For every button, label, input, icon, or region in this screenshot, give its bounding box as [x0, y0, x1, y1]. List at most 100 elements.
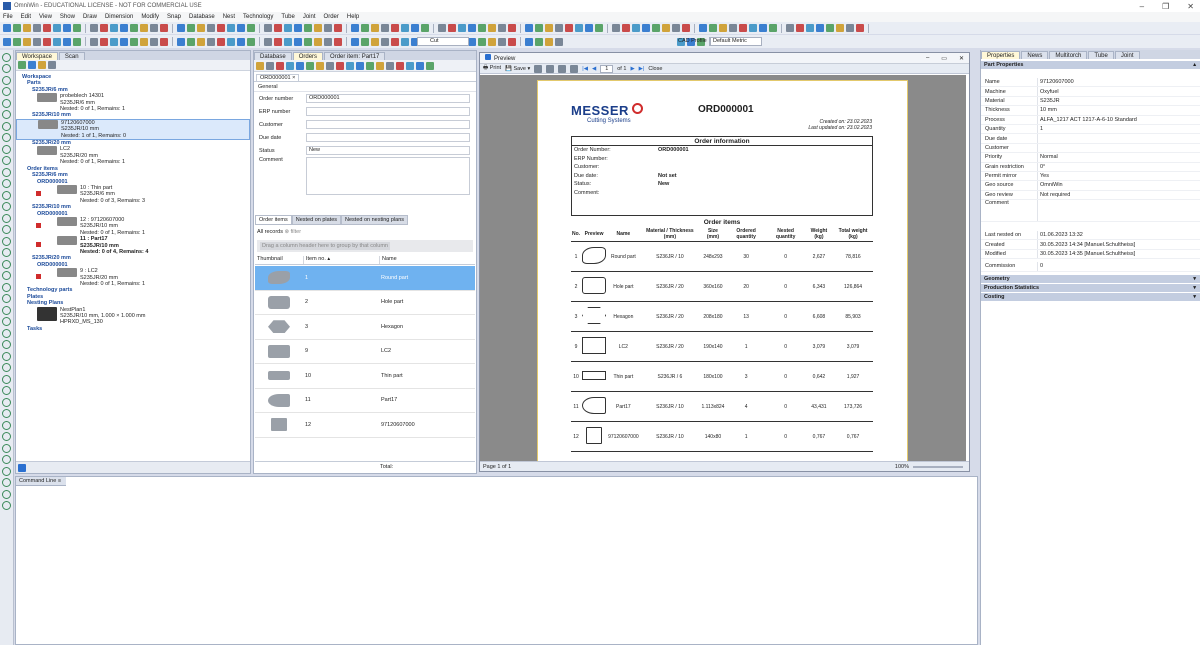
- toolbar-tool-icon[interactable]: [719, 24, 727, 32]
- close-icon[interactable]: ✕: [1187, 2, 1194, 11]
- field-input[interactable]: [306, 107, 470, 116]
- menu-joint[interactable]: Joint: [303, 14, 316, 20]
- toolbar-tool-icon[interactable]: [836, 24, 844, 32]
- first-page-icon[interactable]: |◀: [582, 66, 588, 72]
- tab-database[interactable]: Database: [254, 52, 292, 60]
- draw-tool-icon[interactable]: [2, 248, 11, 257]
- save-button[interactable]: 💾 Save ▾: [505, 66, 530, 72]
- draw-tool-icon[interactable]: [2, 328, 11, 338]
- toolbar-tool-icon[interactable]: [237, 24, 245, 32]
- toolbar-tool-icon[interactable]: [806, 24, 814, 32]
- draw-tool-icon[interactable]: [2, 466, 11, 476]
- draw-tool-icon[interactable]: [2, 110, 11, 119]
- menu-edit[interactable]: Edit: [21, 14, 31, 20]
- prop-row-machine[interactable]: Machine Oxyfuel: [981, 87, 1200, 97]
- menu-view[interactable]: View: [39, 14, 52, 20]
- cut-select[interactable]: Cut: [417, 37, 469, 46]
- field-input[interactable]: [306, 133, 470, 142]
- toolbar-tool-icon[interactable]: [177, 24, 185, 32]
- draw-tool-icon[interactable]: [2, 213, 11, 223]
- order-tool-icon[interactable]: [366, 61, 374, 70]
- toolbar-tool-icon[interactable]: [468, 24, 476, 32]
- tree-item[interactable]: LC2 S235JR/20 mm Nested: 0 of 1, Remains: …: [16, 146, 250, 165]
- toolbar-tool-icon[interactable]: [682, 24, 690, 32]
- table-row[interactable]: 11 Part17: [255, 389, 475, 413]
- tab-order-item[interactable]: Order item: Part17: [324, 52, 386, 60]
- toolbar-tool-icon[interactable]: [304, 37, 312, 46]
- toolbar-tool-icon[interactable]: [33, 24, 41, 32]
- prop-row-comment[interactable]: Comment: [981, 200, 1200, 223]
- toolbar-tool-icon[interactable]: [53, 37, 61, 46]
- order-tool-icon[interactable]: [296, 61, 304, 70]
- toolbar-tool-icon[interactable]: [140, 37, 148, 46]
- toolbar-tool-icon[interactable]: [100, 24, 108, 32]
- toolbar-tool-icon[interactable]: [632, 24, 640, 32]
- section-production-statistics[interactable]: Production Statistics ▾: [981, 283, 1200, 292]
- menu-tube[interactable]: Tube: [281, 14, 294, 20]
- toolbar-tool-icon[interactable]: [411, 24, 419, 32]
- order-tool-icon[interactable]: [306, 61, 314, 70]
- toolbar-tool-icon[interactable]: [595, 24, 603, 32]
- toolbar-tool-icon[interactable]: [150, 24, 158, 32]
- tab-tube[interactable]: Tube: [1088, 51, 1114, 59]
- field-input[interactable]: [306, 120, 470, 129]
- tree-item[interactable]: 10 : Thin part S235JR/6 mm Nested: 0 of 3,…: [16, 184, 250, 204]
- draw-tool-icon[interactable]: [2, 420, 11, 430]
- tab-joint[interactable]: Joint: [1114, 51, 1140, 59]
- toolbar-tool-icon[interactable]: [699, 24, 707, 32]
- order-tool-icon[interactable]: [336, 61, 344, 70]
- close-preview-button[interactable]: Close: [648, 66, 662, 72]
- toolbar-tool-icon[interactable]: [856, 24, 864, 32]
- toolbar-tool-icon[interactable]: [796, 24, 804, 32]
- preview-minimize-icon[interactable]: –: [926, 55, 929, 62]
- toolbar-tool-icon[interactable]: [401, 24, 409, 32]
- order-tool-icon[interactable]: [346, 61, 354, 70]
- prop-row-quantity[interactable]: Quantity 1: [981, 124, 1200, 135]
- toolbar-tool-icon[interactable]: [120, 24, 128, 32]
- toolbar-tool-icon[interactable]: [351, 24, 359, 32]
- menu-draw[interactable]: Draw: [83, 14, 97, 20]
- order-tool-icon[interactable]: [406, 61, 414, 70]
- toolbar-tool-icon[interactable]: [274, 24, 282, 32]
- draw-tool-icon[interactable]: [2, 489, 11, 499]
- draw-tool-icon[interactable]: [2, 190, 11, 200]
- toolbar-tool-icon[interactable]: [498, 37, 506, 46]
- prop-value[interactable]: [1037, 134, 1200, 143]
- toolbar-tool-icon[interactable]: [187, 37, 195, 46]
- draw-tool-icon[interactable]: [2, 397, 11, 407]
- view-list-icon[interactable]: [18, 464, 26, 472]
- toolbar-tool-icon[interactable]: [197, 24, 205, 32]
- toolbar-tool-icon[interactable]: [13, 37, 21, 46]
- order-tool-icon[interactable]: [396, 61, 404, 70]
- toolbar-tool-icon[interactable]: [381, 37, 389, 46]
- toolbar-tool-icon[interactable]: [361, 24, 369, 32]
- toolbar-tool-icon[interactable]: [110, 24, 118, 32]
- toolbar-tool-icon[interactable]: [709, 24, 717, 32]
- prop-row-due-date[interactable]: Due date: [981, 134, 1200, 144]
- print-button[interactable]: 🖶 Print: [483, 64, 501, 73]
- draw-tool-icon[interactable]: [2, 386, 11, 395]
- toolbar-tool-icon[interactable]: [63, 24, 71, 32]
- toolbar-tool-icon[interactable]: [150, 37, 158, 46]
- export-icon[interactable]: [534, 64, 543, 73]
- menu-show[interactable]: Show: [60, 14, 75, 20]
- menu-database[interactable]: Database: [189, 14, 215, 20]
- toolbar-tool-icon[interactable]: [43, 37, 51, 46]
- toolbar-tool-icon[interactable]: [197, 37, 205, 46]
- prop-value[interactable]: 97120607000: [1037, 78, 1200, 87]
- col-name[interactable]: Name: [379, 256, 475, 264]
- toolbar-tool-icon[interactable]: [575, 24, 583, 32]
- draw-tool-icon[interactable]: [2, 225, 11, 234]
- table-row[interactable]: 9 LC2: [255, 340, 475, 364]
- prop-row-grain-restriction[interactable]: Grain restriction 0°: [981, 162, 1200, 172]
- order-tool-icon[interactable]: [376, 61, 384, 70]
- toolbar-tool-icon[interactable]: [769, 24, 777, 32]
- draw-tool-icon[interactable]: [2, 317, 11, 326]
- prop-value[interactable]: ALFA_1217 ACT 1217-A-6-10 Standard: [1037, 115, 1200, 124]
- all-records-label[interactable]: All records: [257, 229, 283, 235]
- toolbar-tool-icon[interactable]: [140, 24, 148, 32]
- toolbar-tool-icon[interactable]: [247, 24, 255, 32]
- prop-value[interactable]: [1037, 143, 1200, 153]
- toolbar-tool-icon[interactable]: [555, 37, 563, 46]
- toolbar-tool-icon[interactable]: [120, 37, 128, 46]
